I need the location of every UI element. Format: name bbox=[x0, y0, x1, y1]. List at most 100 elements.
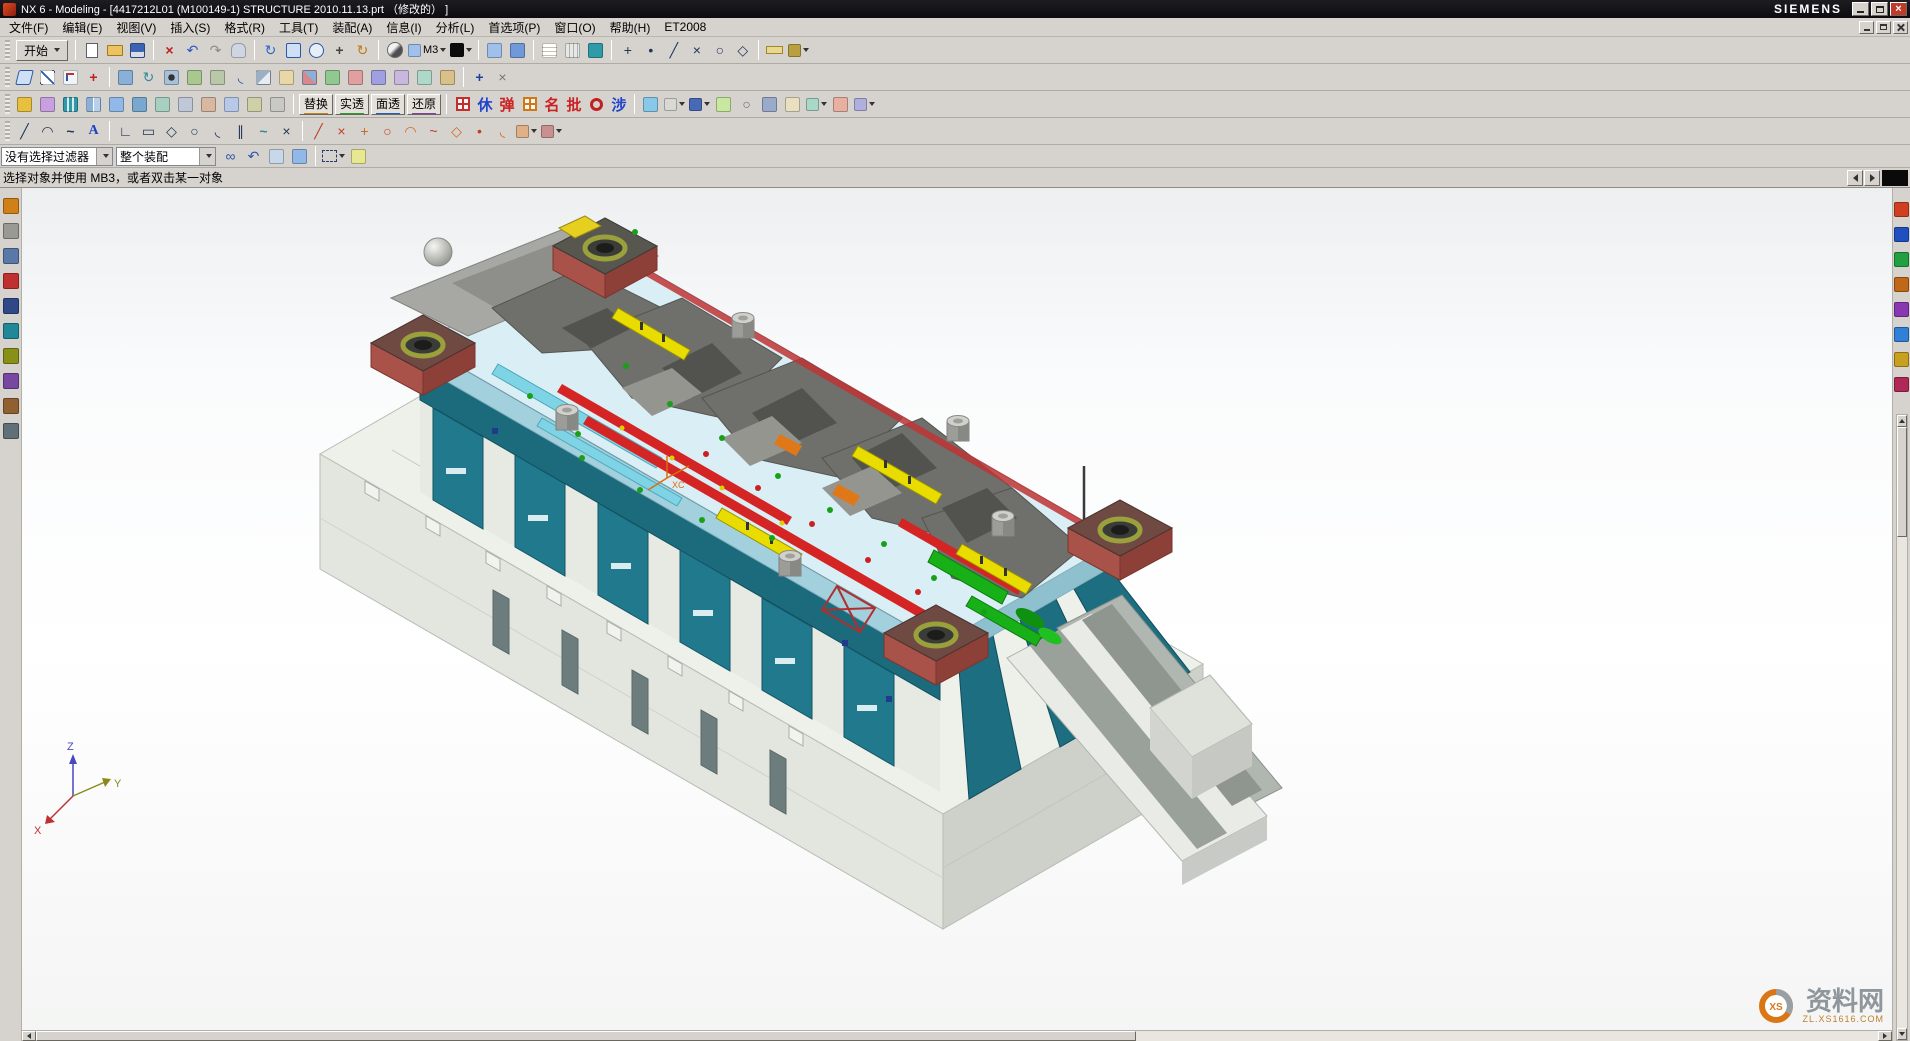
split-body-icon[interactable] bbox=[197, 93, 220, 116]
red-circle-icon[interactable] bbox=[585, 93, 608, 116]
restore-button[interactable]: 还原 bbox=[407, 94, 441, 115]
selection-scope-dropdown[interactable]: 整个装配 bbox=[116, 147, 216, 166]
bridge-curve-icon[interactable]: ◠ bbox=[399, 120, 422, 143]
minimize-button[interactable] bbox=[1852, 2, 1869, 16]
pan-icon[interactable]: + bbox=[328, 39, 351, 62]
press-grid-icon[interactable] bbox=[518, 93, 541, 116]
pocket-icon[interactable] bbox=[206, 66, 229, 89]
fit-view-icon[interactable] bbox=[282, 39, 305, 62]
patch-icon[interactable] bbox=[413, 66, 436, 89]
menu-et2008[interactable]: ET2008 bbox=[657, 19, 713, 35]
extract-body-icon[interactable] bbox=[128, 93, 151, 116]
move-face-icon[interactable] bbox=[436, 66, 459, 89]
display-color-dropdown[interactable] bbox=[448, 39, 474, 62]
simplify-curve-icon[interactable]: ~ bbox=[422, 120, 445, 143]
graphics-window[interactable]: XC Z Y X bbox=[22, 188, 1892, 1030]
menu-information[interactable]: 信息(I) bbox=[379, 18, 428, 37]
vertical-scroll-thumb[interactable] bbox=[1897, 427, 1907, 537]
edit-curve-dropdown[interactable] bbox=[539, 120, 564, 143]
fillet-icon[interactable]: ◟ bbox=[206, 120, 229, 143]
wave-linker-icon[interactable] bbox=[13, 93, 36, 116]
interpart-copy-icon[interactable] bbox=[36, 93, 59, 116]
open-file-icon[interactable] bbox=[103, 39, 126, 62]
extrude-icon[interactable] bbox=[114, 66, 137, 89]
boss-icon[interactable] bbox=[183, 66, 206, 89]
left-toolbar-icon-10[interactable] bbox=[3, 423, 19, 439]
table-arrow-icon[interactable] bbox=[561, 39, 584, 62]
new-file-icon[interactable] bbox=[80, 39, 103, 62]
menu-window[interactable]: 窗口(O) bbox=[547, 18, 602, 37]
profile-icon[interactable]: ∟ bbox=[114, 120, 137, 143]
vertical-scrollbar[interactable] bbox=[1896, 414, 1908, 1041]
unload-component-icon[interactable] bbox=[829, 93, 852, 116]
save-icon[interactable] bbox=[126, 39, 149, 62]
toolbar-grip[interactable] bbox=[5, 67, 10, 87]
subtract-icon[interactable] bbox=[344, 66, 367, 89]
toolbar-grip[interactable] bbox=[5, 94, 10, 114]
text-icon[interactable]: A bbox=[82, 120, 105, 143]
wrap-curve-icon[interactable]: ◇ bbox=[445, 120, 468, 143]
mouse-buttons-icon[interactable] bbox=[227, 39, 250, 62]
center-snap-icon[interactable]: ○ bbox=[708, 39, 731, 62]
mdi-minimize-button[interactable] bbox=[1859, 21, 1874, 34]
mdi-close-button[interactable] bbox=[1893, 21, 1908, 34]
offset-curve-icon[interactable]: ∥ bbox=[229, 120, 252, 143]
menu-view[interactable]: 视图(V) bbox=[109, 18, 163, 37]
section-curve-icon[interactable]: ○ bbox=[376, 120, 399, 143]
menu-analysis[interactable]: 分析(L) bbox=[429, 18, 482, 37]
left-toolbar-icon-6[interactable] bbox=[3, 323, 19, 339]
cancel-icon[interactable]: × bbox=[491, 66, 514, 89]
unite-icon[interactable] bbox=[321, 66, 344, 89]
pattern-face-icon[interactable] bbox=[59, 93, 82, 116]
menu-preferences[interactable]: 首选项(P) bbox=[481, 18, 547, 37]
part-navigator-icon[interactable] bbox=[1894, 252, 1909, 267]
cursor-select-icon[interactable]: + bbox=[616, 39, 639, 62]
annotation-dropdown[interactable] bbox=[786, 39, 811, 62]
highlight-icon[interactable] bbox=[347, 145, 370, 168]
left-toolbar-icon-3[interactable] bbox=[3, 248, 19, 264]
rectangle-select-dropdown[interactable] bbox=[320, 145, 347, 168]
menu-insert[interactable]: 插入(S) bbox=[163, 18, 217, 37]
spreadsheet-icon[interactable] bbox=[538, 39, 561, 62]
spine-curve-icon[interactable]: ◟ bbox=[491, 120, 514, 143]
trim-body-icon[interactable] bbox=[298, 66, 321, 89]
left-toolbar-icon-1[interactable] bbox=[3, 198, 19, 214]
component-visibility-dropdown[interactable] bbox=[804, 93, 829, 116]
left-toolbar-icon-5[interactable] bbox=[3, 298, 19, 314]
midpoint-snap-icon[interactable]: ╱ bbox=[662, 39, 685, 62]
left-toolbar-icon-4[interactable] bbox=[3, 273, 19, 289]
combined-projection-icon[interactable]: • bbox=[468, 120, 491, 143]
previous-selection-icon[interactable]: ↶ bbox=[242, 145, 265, 168]
face-transparent-button[interactable]: 面透 bbox=[371, 94, 405, 115]
refresh-view-icon[interactable]: ↻ bbox=[259, 39, 282, 62]
prompt-scroll-left-button[interactable] bbox=[1847, 170, 1863, 186]
studio-spline-icon[interactable]: ~ bbox=[252, 120, 275, 143]
name-button[interactable]: 名 bbox=[541, 93, 563, 116]
translucency-icon[interactable] bbox=[758, 93, 781, 116]
left-toolbar-icon-9[interactable] bbox=[3, 398, 19, 414]
left-toolbar-icon-2[interactable] bbox=[3, 223, 19, 239]
scroll-track[interactable] bbox=[1136, 1031, 1878, 1041]
suppress-feature-icon[interactable] bbox=[266, 93, 289, 116]
chamfer-icon[interactable] bbox=[252, 66, 275, 89]
scroll-down-button[interactable] bbox=[1897, 1028, 1907, 1040]
select-all-icon[interactable] bbox=[265, 145, 288, 168]
instance-feature-icon[interactable] bbox=[220, 93, 243, 116]
intersection-snap-icon[interactable]: × bbox=[685, 39, 708, 62]
promote-body-icon[interactable] bbox=[105, 93, 128, 116]
shaded-view-icon[interactable] bbox=[383, 39, 406, 62]
shell-icon[interactable] bbox=[275, 66, 298, 89]
hd3d-tools-icon[interactable] bbox=[1894, 302, 1909, 317]
sew-icon[interactable] bbox=[390, 66, 413, 89]
zoom-icon[interactable] bbox=[305, 39, 328, 62]
combo-button[interactable] bbox=[96, 148, 112, 165]
divide-curve-icon[interactable]: × bbox=[275, 120, 298, 143]
datum-csys-icon[interactable] bbox=[59, 66, 82, 89]
project-curve-icon[interactable]: × bbox=[330, 120, 353, 143]
line-icon[interactable]: ╱ bbox=[13, 120, 36, 143]
point-dialog-icon[interactable]: + bbox=[468, 66, 491, 89]
snapshot-icon[interactable] bbox=[781, 93, 804, 116]
internet-explorer-icon[interactable] bbox=[1894, 327, 1909, 342]
layer-settings-dropdown[interactable] bbox=[662, 93, 687, 116]
point-icon[interactable]: + bbox=[82, 66, 105, 89]
